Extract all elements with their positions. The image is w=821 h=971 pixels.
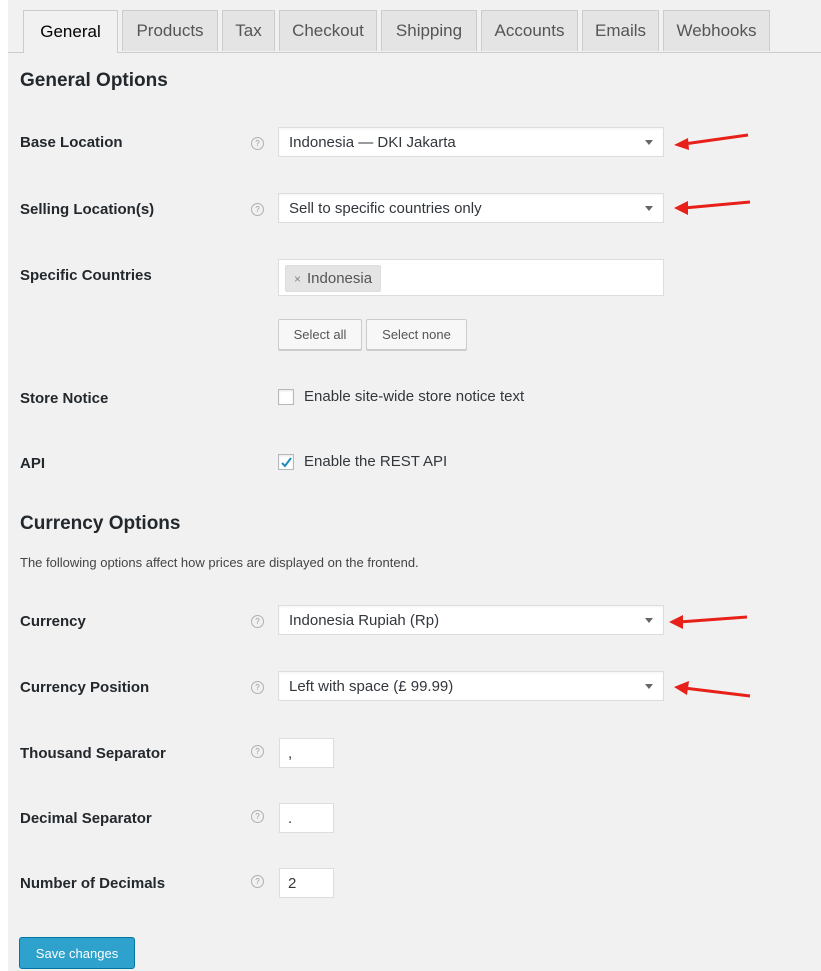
decimal-separator-label: Decimal Separator [20, 810, 152, 827]
selling-locations-label: Selling Location(s) [20, 201, 155, 218]
help-icon[interactable]: ? [251, 745, 264, 758]
caret-down-icon [645, 684, 653, 689]
tab-tax[interactable]: Tax [222, 10, 275, 51]
tab-accounts[interactable]: Accounts [481, 10, 578, 51]
currency-value: Indonesia Rupiah (Rp) [289, 611, 440, 629]
store-notice-label: Store Notice [20, 390, 109, 407]
base-location-select[interactable]: Indonesia — DKI Jakarta [278, 127, 664, 157]
help-icon[interactable]: ? [251, 681, 264, 694]
store-notice-checkbox-label[interactable]: Enable site-wide store notice text [304, 388, 524, 405]
currency-position-label: Currency Position [20, 679, 150, 696]
help-icon[interactable]: ? [251, 615, 264, 628]
currency-options-description: The following options affect how prices … [20, 555, 419, 570]
annotation-arrow-icon [669, 615, 748, 629]
thousand-separator-input[interactable]: , [279, 738, 334, 768]
api-label: API [20, 455, 46, 472]
annotation-arrow-icon [674, 681, 751, 698]
decimal-separator-input[interactable]: . [279, 803, 334, 833]
save-changes-button[interactable]: Save changes [19, 937, 135, 969]
settings-panel: General Products Tax Checkout Shipping A… [8, 0, 821, 971]
country-token-label: Indonesia [307, 270, 373, 287]
currency-position-select[interactable]: Left with space (£ 99.99) [278, 671, 664, 701]
country-token: × Indonesia [285, 265, 382, 292]
caret-down-icon [645, 618, 653, 623]
checkmark-icon [281, 457, 292, 468]
select-none-button[interactable]: Select none [366, 319, 467, 350]
base-location-label: Base Location [20, 134, 123, 151]
caret-down-icon [645, 206, 653, 211]
thousand-separator-label: Thousand Separator [20, 745, 166, 762]
select-all-button[interactable]: Select all [278, 319, 362, 350]
currency-options-heading: Currency Options [20, 513, 181, 534]
selling-locations-value: Sell to specific countries only [289, 199, 482, 217]
caret-down-icon [645, 140, 653, 145]
currency-select[interactable]: Indonesia Rupiah (Rp) [278, 605, 664, 635]
currency-position-value: Left with space (£ 99.99) [289, 677, 454, 695]
store-notice-checkbox[interactable] [278, 389, 294, 405]
currency-label: Currency [20, 613, 86, 630]
remove-token-icon[interactable]: × [294, 272, 301, 286]
tab-products[interactable]: Products [122, 10, 218, 51]
selling-locations-select[interactable]: Sell to specific countries only [278, 193, 664, 223]
tab-emails[interactable]: Emails [582, 10, 659, 51]
tab-general[interactable]: General [23, 10, 118, 53]
annotation-arrow-icon [674, 200, 751, 215]
specific-countries-input[interactable]: × Indonesia [278, 259, 664, 296]
general-options-heading: General Options [20, 70, 168, 91]
settings-tabs: General Products Tax Checkout Shipping A… [8, 10, 821, 53]
tab-checkout[interactable]: Checkout [279, 10, 377, 51]
help-icon[interactable]: ? [251, 875, 264, 888]
help-icon[interactable]: ? [251, 137, 264, 150]
tab-webhooks[interactable]: Webhooks [663, 10, 770, 51]
help-icon[interactable]: ? [251, 203, 264, 216]
api-checkbox-label[interactable]: Enable the REST API [304, 453, 447, 470]
tab-shipping[interactable]: Shipping [381, 10, 477, 51]
api-checkbox[interactable] [278, 454, 294, 470]
annotation-arrow-icon [674, 133, 749, 150]
help-icon[interactable]: ? [251, 810, 264, 823]
base-location-value: Indonesia — DKI Jakarta [289, 133, 456, 151]
number-of-decimals-input[interactable]: 2 [279, 868, 334, 898]
specific-countries-label: Specific Countries [20, 267, 152, 284]
number-of-decimals-label: Number of Decimals [20, 875, 166, 892]
